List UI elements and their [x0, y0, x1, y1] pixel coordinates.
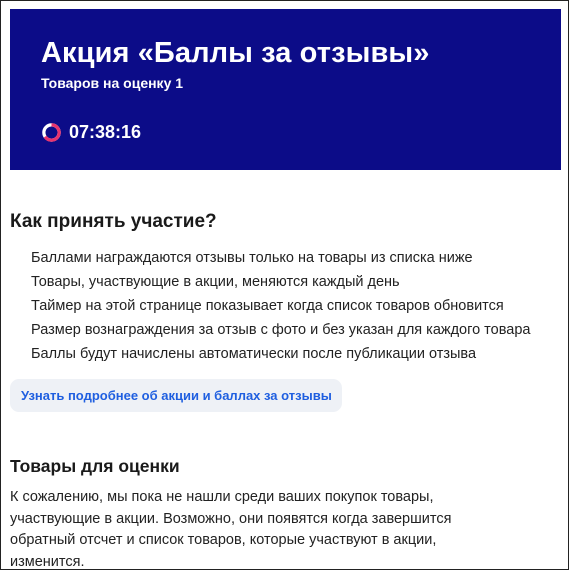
how-to-participate-heading: Как принять участие? [10, 211, 217, 232]
promo-banner: Акция «Баллы за отзывы» Товаров на оценк… [10, 9, 561, 170]
empty-goods-message: К сожалению, мы пока не нашли среди ваши… [10, 489, 452, 570]
countdown-value: 07:38:16 [69, 122, 142, 142]
countdown-timer: 07:38:16 [41, 122, 141, 143]
list-item: Размер вознаграждения за отзыв с фото и … [31, 322, 531, 338]
page-frame: Акция «Баллы за отзывы» Товаров на оценк… [0, 0, 569, 570]
learn-more-button[interactable]: Узнать подробнее об акции и баллах за от… [10, 379, 342, 412]
items-to-rate-count: Товаров на оценку 1 [41, 75, 184, 91]
rules-list: Баллами награждаются отзывы только на то… [31, 246, 530, 366]
list-item: Товары, участвующие в акции, меняются ка… [31, 274, 400, 290]
promo-title: Акция «Баллы за отзывы» [41, 37, 430, 69]
list-item: Баллы будут начислены автоматически посл… [31, 346, 477, 362]
goods-to-rate-heading: Товары для оценки [10, 456, 180, 476]
list-item: Таймер на этой странице показывает когда… [31, 298, 504, 314]
timer-ring-icon [42, 123, 61, 142]
list-item: Баллами награждаются отзывы только на то… [31, 250, 473, 266]
